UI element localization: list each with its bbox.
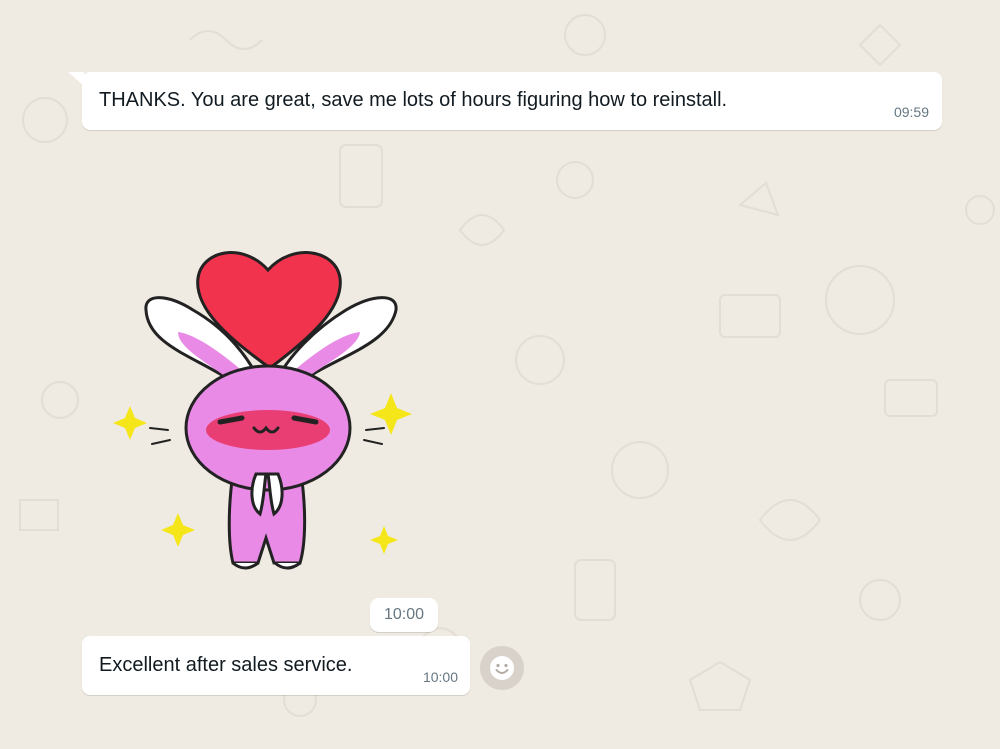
message-text: THANKS. You are great, save me lots of h… <box>99 89 728 111</box>
pink-bunny-heart-sticker[interactable] <box>108 238 418 578</box>
message-time: 10:00 <box>422 669 458 685</box>
smiley-icon <box>490 656 514 680</box>
message-text: Excellent after sales service. <box>99 654 353 676</box>
incoming-message-bubble[interactable]: THANKS. You are great, save me lots of h… <box>82 72 942 130</box>
sticker-time: 10:00 <box>370 598 438 632</box>
message-time: 09:59 <box>893 104 929 120</box>
react-button[interactable] <box>480 646 524 690</box>
incoming-message-bubble[interactable]: Excellent after sales service. 10:00 <box>82 636 470 695</box>
